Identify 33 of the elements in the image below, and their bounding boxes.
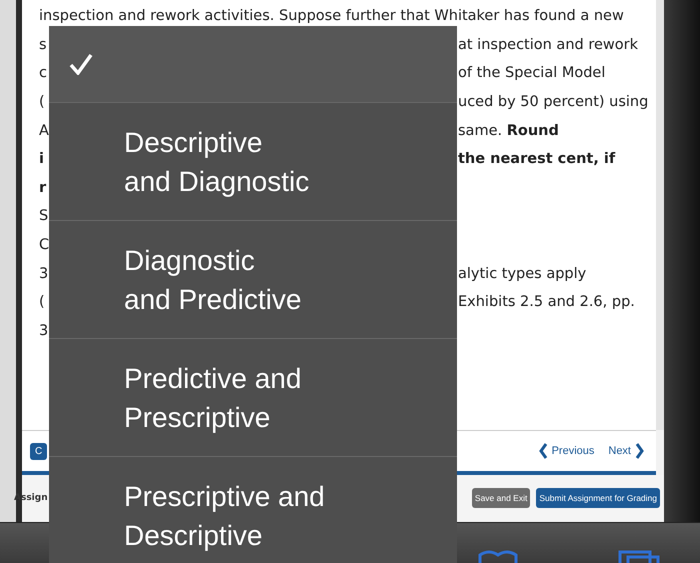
checkmark-icon (69, 53, 93, 75)
chevron-right-icon (635, 443, 644, 459)
question-text: C (39, 237, 50, 254)
question-text: 3 (39, 322, 48, 339)
question-text: c (39, 65, 47, 82)
question-text: ( (39, 94, 45, 110)
question-text: of the Special Model (458, 65, 606, 82)
question-text: same. Round (458, 122, 560, 139)
question-text: r (39, 180, 46, 196)
question-text: S (39, 208, 48, 224)
check-button[interactable]: C (30, 442, 48, 460)
tabs-icon[interactable] (618, 549, 662, 563)
question-text: inspection and rework activities. Suppose further that Whitaker has found a new (39, 8, 624, 24)
question-text: the nearest cent, if (458, 151, 616, 168)
question-text: Exhibits 2.5 and 2.6, pp. (458, 294, 636, 310)
picker-option[interactable]: Predictive and Prescriptive (49, 339, 457, 457)
picker-option[interactable]: Descriptive and Diagnostic (49, 103, 457, 221)
submit-button[interactable]: Submit Assignment for Grading (536, 488, 660, 508)
chevron-left-icon (538, 443, 548, 459)
book-icon[interactable] (478, 549, 518, 563)
previous-link[interactable]: Previous (538, 443, 594, 459)
question-text: 3 (39, 266, 48, 282)
picker-option[interactable]: Prescriptive and Descriptive (49, 457, 457, 563)
question-text: s (39, 36, 47, 53)
question-text: alytic types apply (458, 266, 588, 282)
question-text: ( (39, 294, 45, 310)
save-button[interactable]: Save and Exit (472, 488, 530, 508)
question-text: i (39, 151, 44, 168)
question-text: A (39, 122, 49, 139)
question-text: at inspection and rework (458, 36, 639, 53)
question-text: uced by 50 percent) using (458, 94, 650, 110)
picker-option[interactable]: Diagnostic and Predictive (49, 221, 457, 339)
next-link[interactable]: Next (608, 443, 644, 459)
